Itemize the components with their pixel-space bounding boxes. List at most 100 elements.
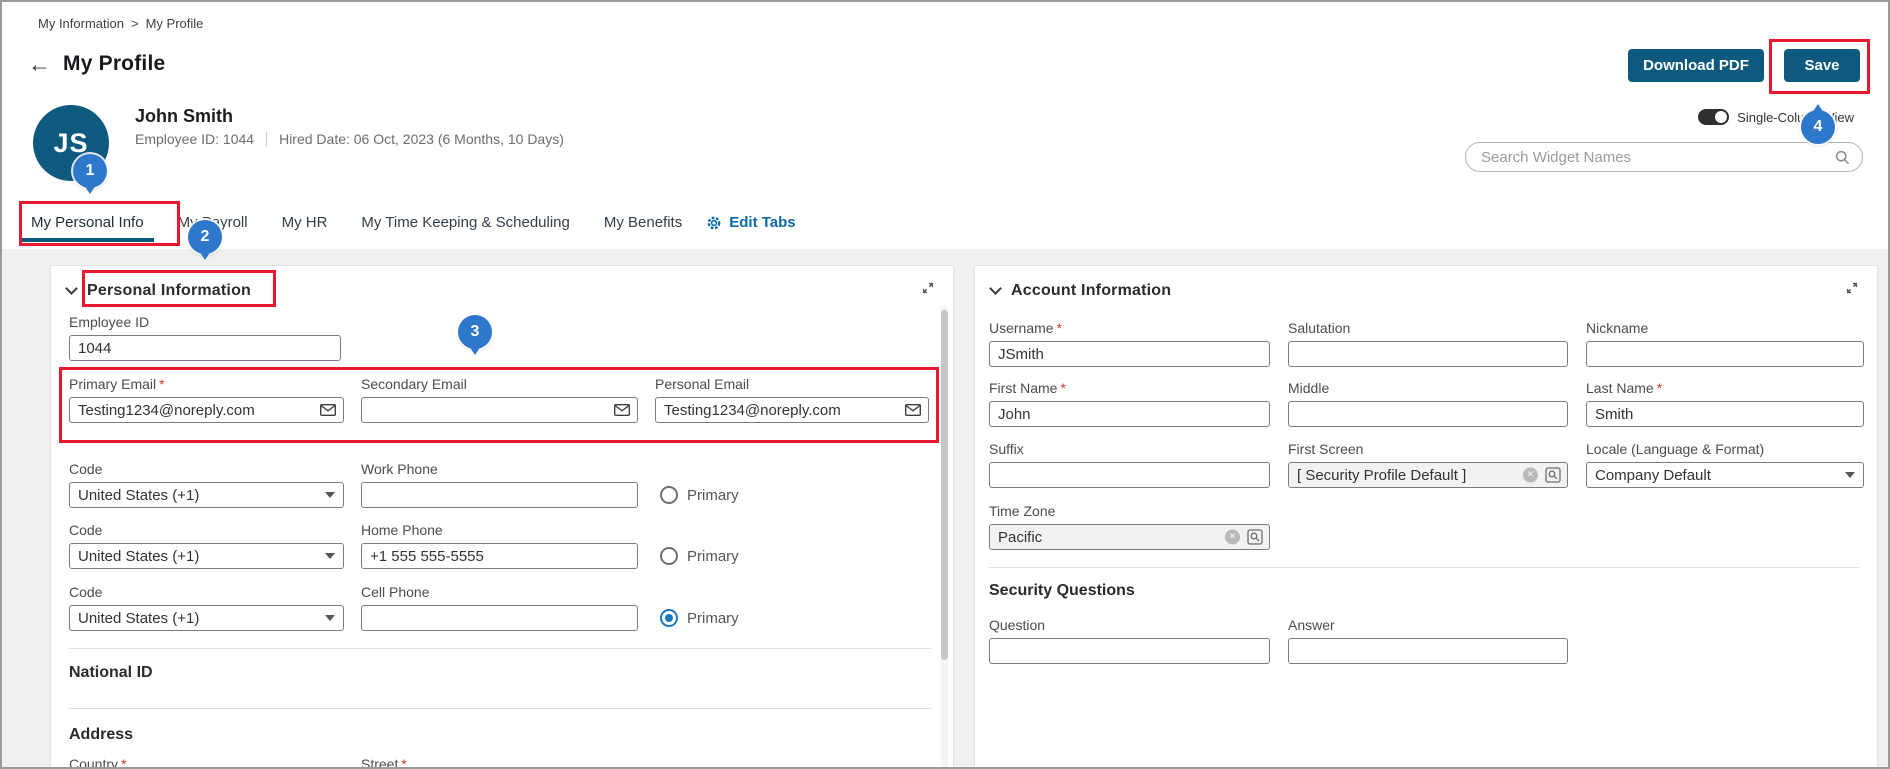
salutation-input[interactable] xyxy=(1288,341,1568,367)
divider xyxy=(69,648,931,649)
first-screen-label: First Screen xyxy=(1288,441,1364,457)
profile-name: John Smith xyxy=(135,106,233,126)
home-phone-input[interactable] xyxy=(361,543,638,569)
personal-email-input[interactable] xyxy=(655,397,929,423)
required-marker: * xyxy=(1656,380,1663,396)
account-information-title: Account Information xyxy=(1011,282,1172,299)
work-phone-code-select[interactable]: United States (+1) xyxy=(69,482,344,508)
national-id-header: National ID xyxy=(69,664,153,681)
middle-name-field: Middle xyxy=(1288,380,1568,427)
first-name-field: First Name * xyxy=(989,380,1270,427)
secondary-email-field: Secondary Email xyxy=(361,376,638,423)
middle-name-input[interactable] xyxy=(1288,401,1568,427)
personal-information-title: Personal Information xyxy=(87,282,252,299)
app-window: My Information > My Profile ← My Profile… xyxy=(0,0,1890,769)
locale-select[interactable]: Company Default xyxy=(1586,462,1864,488)
locale-label: Locale (Language & Format) xyxy=(1586,441,1765,457)
question-field: Question xyxy=(989,617,1270,664)
question-input[interactable] xyxy=(989,638,1270,664)
scrollbar-thumb[interactable] xyxy=(941,310,948,660)
single-column-view-toggle[interactable] xyxy=(1698,109,1730,125)
required-marker: * xyxy=(159,376,165,392)
breadcrumb-parent[interactable]: My Information xyxy=(38,16,124,31)
employee-id-label: Employee ID xyxy=(69,314,150,330)
back-arrow-icon[interactable]: ← xyxy=(28,52,51,76)
page-title: My Profile xyxy=(63,52,166,75)
suffix-field: Suffix xyxy=(989,441,1270,488)
security-questions-header: Security Questions xyxy=(989,582,1135,599)
home-phone-code-select[interactable]: United States (+1) xyxy=(69,543,344,569)
account-information-panel: Account Information Username* Salutation… xyxy=(974,265,1878,767)
required-marker: * xyxy=(1060,380,1066,396)
email-icon xyxy=(613,403,631,417)
secondary-email-input[interactable] xyxy=(361,397,638,423)
expand-panel-icon[interactable] xyxy=(921,281,935,295)
single-column-view-label: Single-Column View xyxy=(1737,109,1854,125)
nickname-field: Nickname xyxy=(1586,320,1864,367)
clear-icon[interactable]: × xyxy=(1225,529,1240,545)
personal-email-field: Personal Email xyxy=(655,376,929,423)
nickname-input[interactable] xyxy=(1586,341,1864,367)
toggle-knob xyxy=(1715,111,1728,123)
search-icon[interactable] xyxy=(1835,150,1850,165)
employee-id-text: Employee ID: 1044 xyxy=(135,131,255,147)
last-name-field: Last Name * xyxy=(1586,380,1864,427)
edit-tabs-button[interactable]: Edit Tabs xyxy=(706,214,796,242)
code-label: Code xyxy=(69,461,103,477)
search-input[interactable] xyxy=(1481,148,1835,166)
answer-input[interactable] xyxy=(1288,638,1568,664)
email-icon xyxy=(904,403,922,417)
widget-search xyxy=(1465,142,1863,172)
primary-email-input[interactable] xyxy=(69,397,344,423)
tab-my-time-keeping[interactable]: My Time Keeping & Scheduling xyxy=(351,214,579,242)
cell-phone-label: Cell Phone xyxy=(361,584,430,600)
first-name-input[interactable] xyxy=(989,401,1270,427)
first-screen-field: First Screen × xyxy=(1288,441,1568,488)
personal-information-header[interactable]: Personal Information xyxy=(65,282,252,300)
locale-field: Locale (Language & Format) Company Defau… xyxy=(1586,441,1864,488)
lookup-icon[interactable] xyxy=(1545,467,1561,483)
tab-my-payroll[interactable]: My Payroll xyxy=(168,214,258,242)
code-label: Code xyxy=(69,522,103,538)
hired-date-text: Hired Date: 06 Oct, 2023 (6 Months, 10 D… xyxy=(279,131,564,147)
download-pdf-button[interactable]: Download PDF xyxy=(1628,49,1764,82)
work-phone-primary-radio[interactable] xyxy=(660,486,678,504)
last-name-input[interactable] xyxy=(1586,401,1864,427)
middle-name-label: Middle xyxy=(1288,380,1330,396)
username-input[interactable] xyxy=(989,341,1270,367)
tab-my-benefits[interactable]: My Benefits xyxy=(594,214,692,242)
gear-icon xyxy=(706,215,722,231)
cell-phone-row: Code United States (+1) Cell Phone Prima… xyxy=(69,584,739,631)
clear-icon[interactable]: × xyxy=(1523,467,1538,483)
primary-email-field: Primary Email * xyxy=(69,376,344,423)
nickname-label: Nickname xyxy=(1586,320,1649,336)
time-zone-field: Time Zone × xyxy=(989,503,1270,550)
answer-label: Answer xyxy=(1288,617,1335,633)
account-information-header[interactable]: Account Information xyxy=(989,282,1172,300)
home-phone-primary-radio[interactable] xyxy=(660,547,678,565)
tab-my-personal-info[interactable]: My Personal Info xyxy=(21,214,154,242)
breadcrumb: My Information > My Profile xyxy=(38,16,203,31)
question-label: Question xyxy=(989,617,1046,633)
work-phone-input[interactable] xyxy=(361,482,638,508)
chevron-down-icon xyxy=(989,282,1002,295)
save-button[interactable]: Save xyxy=(1784,49,1860,82)
street-label: Street xyxy=(361,756,399,769)
select-caret-icon xyxy=(325,553,335,559)
suffix-input[interactable] xyxy=(989,462,1270,488)
answer-field: Answer xyxy=(1288,617,1568,664)
expand-panel-icon[interactable] xyxy=(1845,281,1859,295)
lookup-icon[interactable] xyxy=(1247,529,1263,545)
cell-phone-input[interactable] xyxy=(361,605,638,631)
tab-my-hr[interactable]: My HR xyxy=(272,214,338,242)
breadcrumb-current: My Profile xyxy=(145,16,204,31)
panel-scrollbar xyxy=(941,306,948,767)
last-name-label: Last Name xyxy=(1586,380,1654,396)
cell-phone-code-select[interactable]: United States (+1) xyxy=(69,605,344,631)
chevron-down-icon xyxy=(65,282,78,295)
employee-id-field: Employee ID xyxy=(69,314,341,361)
home-phone-label: Home Phone xyxy=(361,522,443,538)
home-phone-row: Code United States (+1) Home Phone Prima… xyxy=(69,522,739,569)
cell-phone-primary-radio[interactable] xyxy=(660,609,678,627)
employee-id-input[interactable] xyxy=(69,335,341,361)
